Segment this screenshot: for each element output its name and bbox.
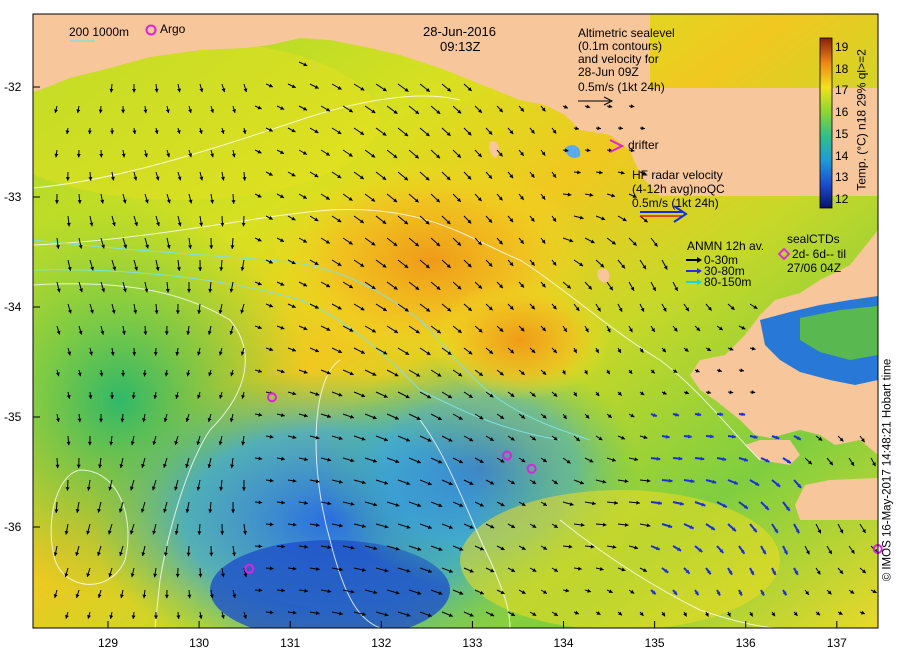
colorbar-tick-label: 14 (835, 148, 849, 163)
lat-tick-label: -36 (4, 520, 22, 534)
lat-tick-label: -32 (4, 80, 22, 94)
lon-tick-label: 137 (826, 636, 847, 650)
anmn-title: ANMN 12h av. (687, 239, 765, 253)
drifter-label: drifter (628, 138, 659, 152)
anmn-80-150-label: 80-150m (704, 275, 752, 289)
lon-tick-label: 132 (371, 636, 392, 650)
velocity-arrow (882, 612, 887, 613)
lon-tick-label: 130 (189, 636, 210, 650)
lon-tick-label: 129 (97, 636, 119, 650)
lat-tick-label: -34 (4, 300, 22, 314)
sealctd-line-2: 2d- 6d-- til (792, 247, 847, 261)
altimetric-line-5: 0.5m/s (1kt 24h) (578, 80, 665, 94)
map-date: 28-Jun-2016 (423, 24, 496, 39)
colorbar (819, 37, 833, 209)
lon-tick-label: 133 (462, 636, 483, 650)
argo-legend-label: Argo (160, 22, 186, 36)
colorbar-label: Temp. (°C) n18 29% ql>=2 (854, 49, 869, 191)
hf-radar-line-1: HF radar velocity (632, 168, 723, 182)
hf-radar-line-3: 0.5m/s (1kt 24h) (632, 196, 719, 210)
colorbar-tick-label: 15 (835, 126, 849, 141)
hf-radar-line-2: (4-12h avg)noQC (632, 182, 725, 196)
velocity-arrow-head (883, 610, 887, 614)
sealctd-line-3: 27/06 04Z (787, 261, 842, 275)
colorbar-tick-label: 13 (835, 170, 849, 185)
lon-tick-label: 131 (280, 636, 301, 650)
lon-tick-label: 135 (644, 636, 665, 650)
colorbar-tick-label: 19 (835, 39, 849, 54)
sst-map (32, 13, 887, 629)
lon-tick-label: 136 (735, 636, 756, 650)
credit-text: © IMOS 16-May-2017 14:48:21 Hobart time (881, 358, 894, 582)
colorbar-tick-label: 12 (835, 192, 849, 207)
colorbar-tick-label: 16 (835, 105, 849, 120)
lat-tick-label: -33 (4, 190, 22, 204)
map-time: 09:13Z (440, 39, 481, 54)
sealctd-title: sealCTDs (787, 232, 840, 246)
lat-tick-label: -35 (4, 410, 22, 424)
colorbar-tick-label: 18 (835, 61, 849, 76)
isobath-legend-label: 200 1000m (69, 25, 130, 39)
colorbar-tick-label: 17 (835, 83, 849, 98)
lon-tick-label: 134 (553, 636, 574, 650)
altimetric-line-4: 28-Jun 09Z (578, 65, 639, 79)
